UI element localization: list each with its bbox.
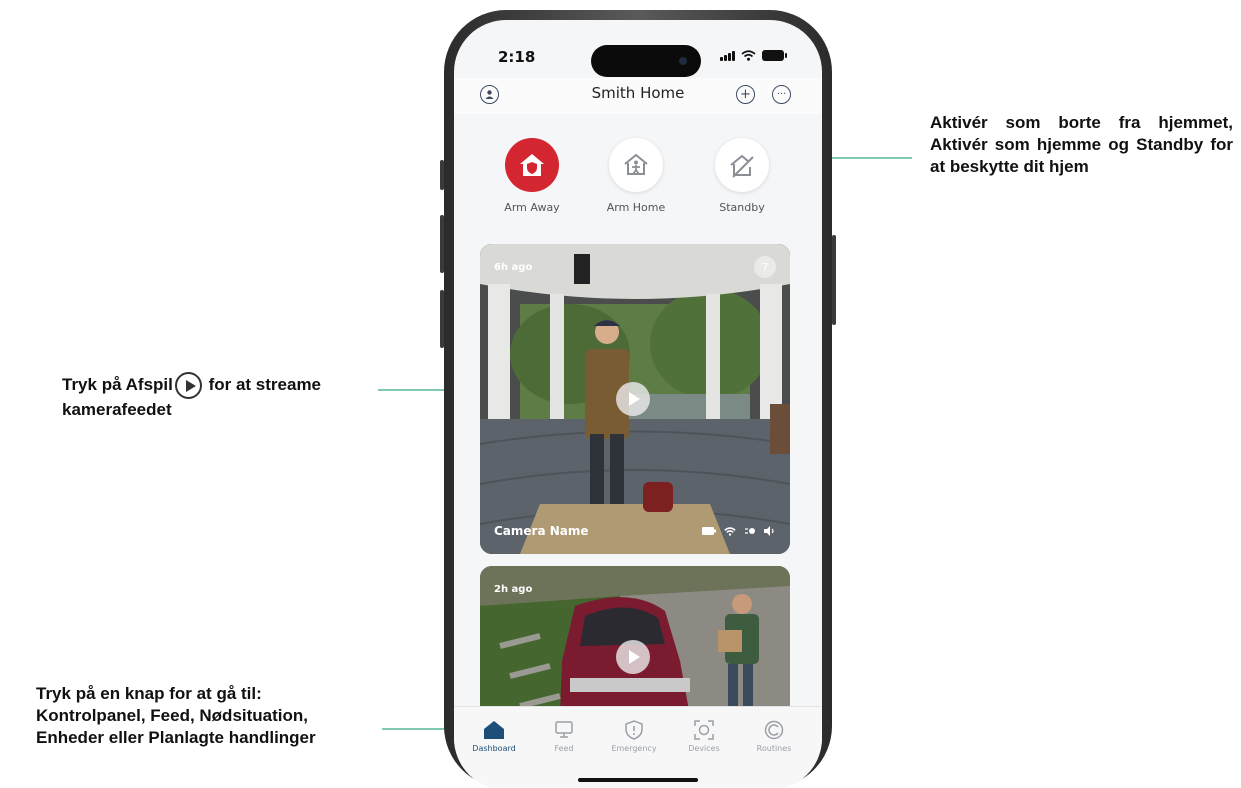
status-icons: [720, 50, 787, 61]
tab-dashboard[interactable]: Dashboard: [462, 719, 526, 753]
home-person-icon: [624, 153, 648, 175]
play-annotation-before: Tryk på Afspil: [62, 374, 173, 394]
tab-routines-label: Routines: [756, 744, 792, 753]
mode-standby-label: Standby: [719, 201, 765, 214]
speaker-status-icon: [764, 526, 774, 536]
camera-card[interactable]: 6h ago 7 Camera Name: [480, 244, 790, 554]
app-bar: Smith Home + ···: [454, 78, 822, 114]
nav-annotation-line-3: Enheder eller Planlagte handlinger: [36, 728, 316, 747]
tab-emergency-label: Emergency: [611, 744, 657, 753]
home-icon: [483, 719, 505, 741]
routines-icon: [763, 719, 785, 741]
tab-feed-label: Feed: [554, 744, 574, 753]
phone-side-button: [440, 160, 444, 190]
phone-side-button: [440, 290, 444, 348]
signal-icon: [720, 50, 735, 61]
mode-arm-home-button[interactable]: [609, 138, 663, 192]
wifi-status-icon: [724, 526, 736, 536]
camera-devices-icon: [693, 719, 715, 741]
camera-card[interactable]: 2h ago: [480, 566, 790, 726]
mode-arm-home-label: Arm Home: [606, 201, 666, 214]
battery-icon: [762, 50, 787, 61]
nav-annotation-line-2: Kontrolpanel, Feed, Nødsituation,: [36, 706, 308, 725]
add-icon[interactable]: +: [736, 85, 755, 104]
front-camera: [679, 57, 687, 65]
home-title: Smith Home: [591, 84, 685, 102]
nav-annotation-line-1: Tryk på en knap for at gå til:: [36, 684, 262, 703]
mode-arm-away[interactable]: Arm Away: [487, 138, 577, 214]
tab-routines[interactable]: Routines: [742, 719, 806, 753]
phone-power-button: [832, 235, 836, 325]
dynamic-island: [591, 45, 701, 77]
phone-frame: 2:18 Smith Home + ··· Arm Away Arm Home …: [440, 10, 836, 788]
play-button[interactable]: [616, 382, 650, 416]
home-indicator[interactable]: [578, 778, 698, 782]
tab-devices[interactable]: Devices: [672, 719, 736, 753]
battery-status-icon: [702, 527, 716, 535]
mode-arm-away-button[interactable]: [505, 138, 559, 192]
tab-feed[interactable]: Feed: [532, 719, 596, 753]
camera-status-icons: [702, 526, 776, 536]
motion-status-icon: [745, 528, 755, 534]
play-button[interactable]: [616, 640, 650, 674]
camera-name: Camera Name: [494, 524, 589, 538]
home-shield-icon: [520, 154, 544, 176]
shield-alert-icon: [623, 719, 645, 741]
play-annotation: Tryk på Afspil for at streame kamerafeed…: [62, 372, 402, 421]
mode-arm-away-label: Arm Away: [504, 201, 560, 214]
tab-dashboard-label: Dashboard: [472, 744, 516, 753]
more-icon[interactable]: ···: [772, 85, 791, 104]
status-time: 2:18: [498, 48, 536, 66]
mode-standby-button[interactable]: [715, 138, 769, 192]
status-bar: 2:18: [454, 20, 822, 78]
mode-standby[interactable]: Standby: [697, 138, 787, 214]
camera-card-time: 2h ago: [494, 584, 533, 595]
home-off-icon: [730, 154, 754, 178]
modes-annotation: Aktivér som borte fra hjemmet, Aktivér s…: [930, 113, 1233, 176]
play-icon: [174, 372, 202, 399]
tab-emergency[interactable]: Emergency: [602, 719, 666, 753]
monitor-icon: [553, 719, 575, 741]
mode-arm-home[interactable]: Arm Home: [591, 138, 681, 214]
bottom-tab-bar: Dashboard Feed Emergency Devices Routine…: [454, 706, 822, 788]
nav-annotation: Tryk på en knap for at gå til: Kontrolpa…: [36, 683, 396, 749]
tab-devices-label: Devices: [688, 744, 720, 753]
arming-modes: Arm Away Arm Home Standby: [454, 138, 822, 228]
wifi-icon: [741, 50, 756, 61]
phone-screen: 2:18 Smith Home + ··· Arm Away Arm Home …: [454, 20, 822, 788]
event-count-badge: 7: [754, 256, 776, 278]
phone-side-button: [440, 215, 444, 273]
camera-card-time: 6h ago: [494, 262, 533, 273]
